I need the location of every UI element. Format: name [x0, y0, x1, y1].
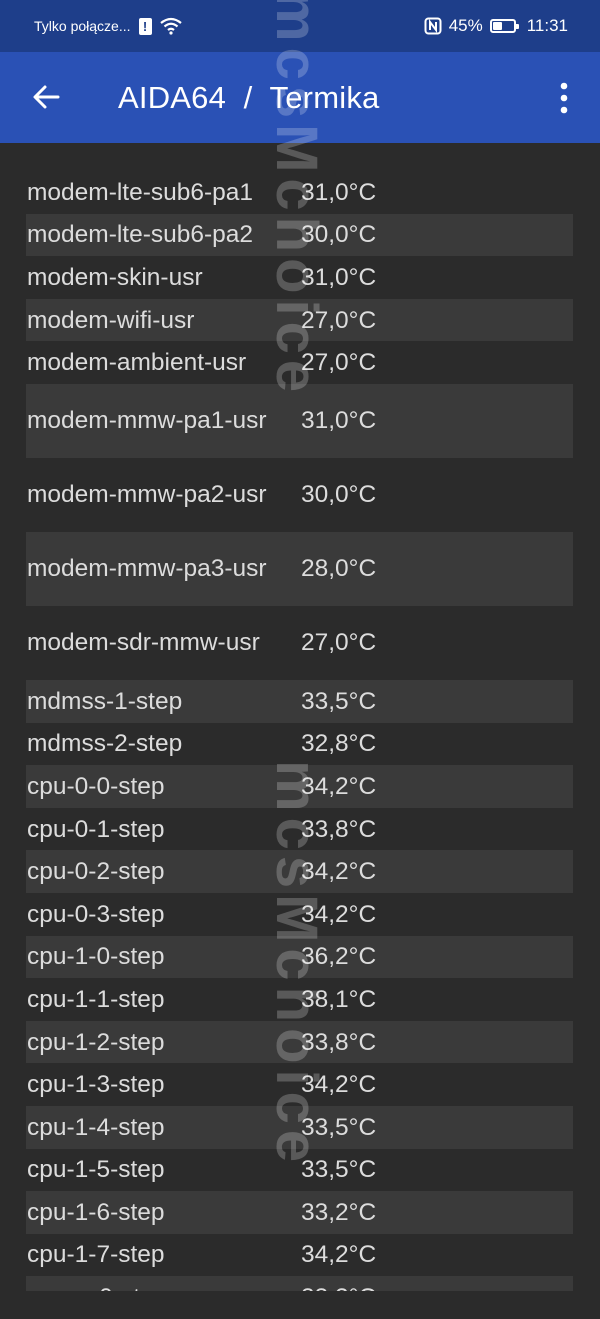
- battery-percent: 45%: [448, 16, 483, 35]
- battery-fill: [492, 22, 502, 30]
- wifi-icon: [159, 17, 182, 35]
- sensor-name: modem-mmw-pa1-usr: [27, 407, 267, 435]
- clock: 11:31: [526, 16, 568, 35]
- sensor-name: cpu-0-0-step: [27, 772, 165, 800]
- sensor-name: cpu-1-7-step: [27, 1241, 165, 1269]
- sensor-value: 33,2°C: [301, 1283, 376, 1291]
- sensor-value: 28,0°C: [301, 555, 377, 583]
- sensor-name: cpu-0-3-step: [27, 900, 165, 928]
- sensor-name: modem-lte-sub6-pa2: [27, 221, 254, 249]
- sensor-name: modem-mmw-pa3-usr: [27, 555, 267, 583]
- nfc-icon: [424, 17, 442, 35]
- sensor-name: cpu-0-2-step: [27, 858, 165, 886]
- sensor-value: 33,2°C: [301, 1198, 377, 1226]
- alert-icon: !: [138, 17, 152, 35]
- sensor-name: cpu-1-6-step: [27, 1198, 165, 1226]
- sensor-name: cpu-0-1-step: [27, 815, 165, 843]
- sensor-value: 33,5°C: [301, 687, 377, 715]
- sensor-name: cpu-1-4-step: [27, 1113, 165, 1141]
- sensor-name: modem-skin-usr: [27, 263, 203, 291]
- sensor-name: modem-lte-sub6-pa1: [27, 178, 254, 206]
- watermark-text: mcsMchoice: [264, 760, 329, 1169]
- sensor-name: modem-ambient-usr: [27, 349, 247, 377]
- table-row: modem-mmw-pa2-usr 30,0°C: [26, 458, 573, 532]
- table-row: mdmss-1-step 33,5°C: [26, 679, 573, 723]
- sensor-value: 31,0°C: [301, 407, 377, 435]
- sensor-name: mdmss-2-step: [27, 730, 183, 758]
- sensor-name: cpu-1-3-step: [27, 1071, 165, 1099]
- carrier-text: Tylko połącze...: [34, 18, 131, 34]
- table-row: cpu-1-7-step 34,2°C: [26, 1234, 573, 1277]
- status-left: Tylko połącze... !: [34, 17, 424, 35]
- page-title: AIDA64 / Termika: [118, 80, 380, 115]
- more-vert-icon[interactable]: [548, 80, 580, 116]
- sensor-name: cpuss-0-step: [26, 1283, 301, 1291]
- table-row: cpuss-0-step33,2°C: [26, 1276, 573, 1291]
- sensor-name: mdmss-1-step: [27, 687, 183, 715]
- sensor-value: 30,0°C: [301, 481, 377, 509]
- watermark-text: mcsMchoice: [264, 0, 329, 399]
- sensor-name: modem-wifi-usr: [27, 306, 195, 334]
- sensor-name: cpu-1-1-step: [27, 985, 165, 1013]
- table-row: mdmss-2-step 32,8°C: [26, 723, 573, 766]
- sensor-name: cpu-1-0-step: [27, 943, 165, 971]
- arrow-left-icon[interactable]: [26, 76, 68, 118]
- sensor-name: cpu-1-5-step: [27, 1156, 165, 1184]
- battery-icon: [489, 19, 519, 33]
- sensor-name: modem-mmw-pa2-usr: [27, 481, 267, 509]
- sensor-name: modem-sdr-mmw-usr: [27, 629, 260, 657]
- table-row: modem-mmw-pa3-usr 28,0°C: [26, 531, 573, 606]
- sensor-value: 34,2°C: [301, 1241, 377, 1269]
- sensor-name: cpu-1-2-step: [27, 1028, 165, 1056]
- table-row: cpu-1-6-step 33,2°C: [26, 1191, 573, 1234]
- table-row: modem-sdr-mmw-usr 27,0°C: [26, 606, 573, 680]
- sensor-value: 27,0°C: [301, 629, 377, 657]
- status-right: 45% 11:31: [424, 16, 568, 36]
- sensor-value: 32,8°C: [301, 730, 377, 758]
